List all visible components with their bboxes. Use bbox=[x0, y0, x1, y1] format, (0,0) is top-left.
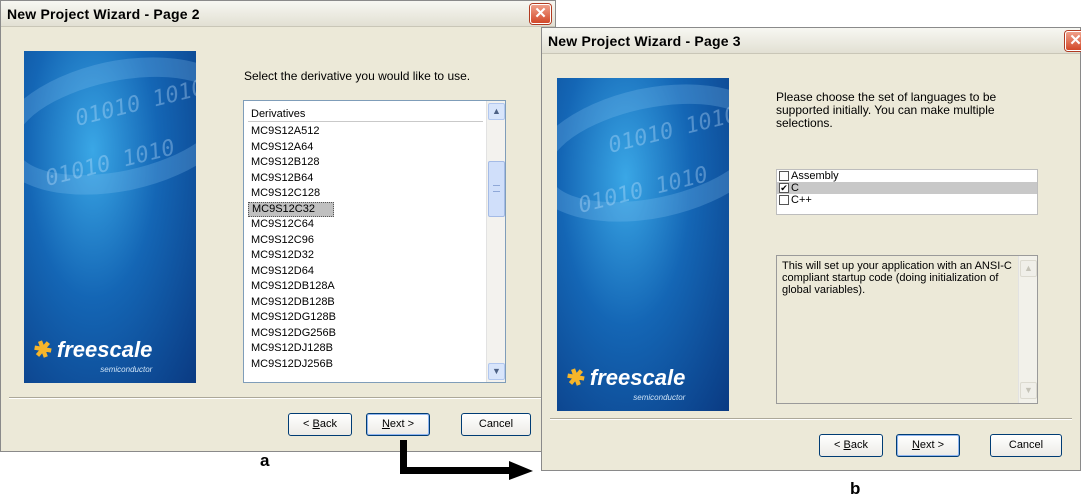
arrow-head-icon bbox=[509, 461, 533, 480]
next-label-key: N bbox=[911, 439, 920, 451]
language-option-cpp[interactable]: C++ bbox=[777, 194, 1037, 206]
list-item[interactable]: MC9S12DB128B bbox=[248, 295, 483, 311]
caption-b: b bbox=[850, 479, 861, 497]
freescale-banner: 01010 1010 01010 1010 ✱ freescale semico… bbox=[557, 78, 729, 411]
grip-icon bbox=[493, 185, 500, 192]
separator bbox=[9, 397, 547, 399]
back-label-key: B bbox=[843, 439, 851, 451]
wizard-window-page-3: New Project Wizard - Page 3 ✕ 01010 1010… bbox=[541, 27, 1081, 471]
language-label: C bbox=[791, 182, 799, 194]
list-item[interactable]: MC9S12A512 bbox=[248, 124, 483, 140]
description-text: This will set up your application with a… bbox=[782, 260, 1012, 296]
list-item[interactable]: MC9S12DB128A bbox=[248, 279, 483, 295]
window-title: New Project Wizard - Page 3 bbox=[548, 33, 741, 49]
scroll-down-icon[interactable]: ▼ bbox=[488, 363, 505, 380]
list-item[interactable]: MC9S12B128 bbox=[248, 155, 483, 171]
back-button[interactable]: < Back bbox=[288, 413, 352, 436]
freescale-banner: 01010 1010 01010 1010 ✱ freescale semico… bbox=[24, 51, 196, 383]
logo-spark-icon: ✱ bbox=[30, 334, 56, 365]
list-item[interactable]: MC9S12DG256B bbox=[248, 326, 483, 342]
caption-a: a bbox=[260, 451, 270, 470]
back-label-pre: < bbox=[303, 418, 313, 430]
language-option-assembly[interactable]: Assembly bbox=[777, 170, 1037, 182]
logo-subtext: semiconductor bbox=[633, 393, 686, 402]
list-item[interactable]: MC9S12C128 bbox=[248, 186, 483, 202]
close-icon[interactable]: ✕ bbox=[1065, 31, 1081, 51]
derivatives-listbox[interactable]: Derivatives MC9S12A512 MC9S12A64 MC9S12B12… bbox=[243, 100, 506, 383]
logo-subtext: semiconductor bbox=[100, 365, 153, 374]
back-label-pre: < bbox=[834, 439, 844, 451]
list-item[interactable]: MC9S12DG128B bbox=[248, 310, 483, 326]
scroll-up-icon[interactable]: ▲ bbox=[1020, 260, 1037, 277]
back-button[interactable]: < Back bbox=[819, 434, 883, 457]
list-item[interactable]: MC9S12B64 bbox=[248, 171, 483, 187]
freescale-logo: ✱ freescale semiconductor bbox=[30, 335, 153, 374]
logo-text: freescale bbox=[56, 337, 153, 362]
list-scrollbar[interactable]: ▲ ▼ bbox=[486, 101, 505, 382]
derivative-prompt: Select the derivative you would like to … bbox=[244, 69, 471, 83]
list-item-selected[interactable]: MC9S12C32 bbox=[248, 201, 334, 217]
next-button[interactable]: Next > bbox=[366, 413, 430, 436]
list-item[interactable]: MC9S12C96 bbox=[248, 233, 483, 249]
scroll-thumb[interactable] bbox=[488, 161, 505, 217]
next-button[interactable]: Next > bbox=[896, 434, 960, 457]
logo-text: freescale bbox=[589, 365, 686, 390]
window-title: New Project Wizard - Page 2 bbox=[7, 6, 200, 22]
logo-spark-icon: ✱ bbox=[563, 362, 589, 393]
back-label-post: ack bbox=[850, 439, 868, 451]
languages-prompt: Please choose the set of languages to be… bbox=[776, 90, 997, 130]
list-item[interactable]: MC9S12C64 bbox=[248, 217, 483, 233]
language-label: C++ bbox=[791, 194, 812, 206]
scroll-down-icon[interactable]: ▼ bbox=[1020, 382, 1037, 399]
languages-checklist: Assembly ✔ C C++ bbox=[776, 169, 1038, 215]
language-label: Assembly bbox=[791, 170, 839, 182]
wizard-window-page-2: New Project Wizard - Page 2 ✕ 01010 1010… bbox=[0, 0, 556, 452]
next-label-post: ext > bbox=[389, 418, 415, 430]
next-label-post: ext > bbox=[919, 439, 945, 451]
cancel-button[interactable]: Cancel bbox=[461, 413, 531, 436]
checkbox[interactable] bbox=[779, 195, 789, 205]
arrow-icon bbox=[400, 467, 510, 474]
list-item[interactable]: MC9S12D32 bbox=[248, 248, 483, 264]
cancel-button[interactable]: Cancel bbox=[990, 434, 1062, 457]
list-item[interactable]: MC9S12D64 bbox=[248, 264, 483, 280]
description-box[interactable]: This will set up your application with a… bbox=[776, 255, 1038, 404]
figure: New Project Wizard - Page 2 ✕ 01010 1010… bbox=[0, 0, 1081, 497]
separator bbox=[550, 418, 1072, 420]
list-item[interactable]: MC9S12DJ256B bbox=[248, 357, 483, 373]
list-item[interactable]: MC9S12DJ128B bbox=[248, 341, 483, 357]
checkbox[interactable] bbox=[779, 171, 789, 181]
derivatives-list: MC9S12A512 MC9S12A64 MC9S12B128 MC9S12B64 MC… bbox=[248, 124, 483, 372]
list-header: Derivatives bbox=[248, 108, 483, 122]
back-label-post: ack bbox=[319, 418, 337, 430]
freescale-logo: ✱ freescale semiconductor bbox=[563, 363, 686, 402]
list-item[interactable]: MC9S12A64 bbox=[248, 140, 483, 156]
next-label-key: N bbox=[381, 418, 390, 430]
scroll-up-icon[interactable]: ▲ bbox=[488, 103, 505, 120]
title-bar: New Project Wizard - Page 2 ✕ bbox=[1, 1, 555, 27]
title-bar: New Project Wizard - Page 3 ✕ bbox=[542, 28, 1081, 54]
language-option-c[interactable]: ✔ C bbox=[777, 182, 1037, 194]
description-scrollbar[interactable]: ▲ ▼ bbox=[1018, 256, 1037, 403]
checkbox-checked[interactable]: ✔ bbox=[779, 183, 789, 193]
back-label-key: B bbox=[312, 418, 320, 430]
close-icon[interactable]: ✕ bbox=[530, 4, 551, 24]
